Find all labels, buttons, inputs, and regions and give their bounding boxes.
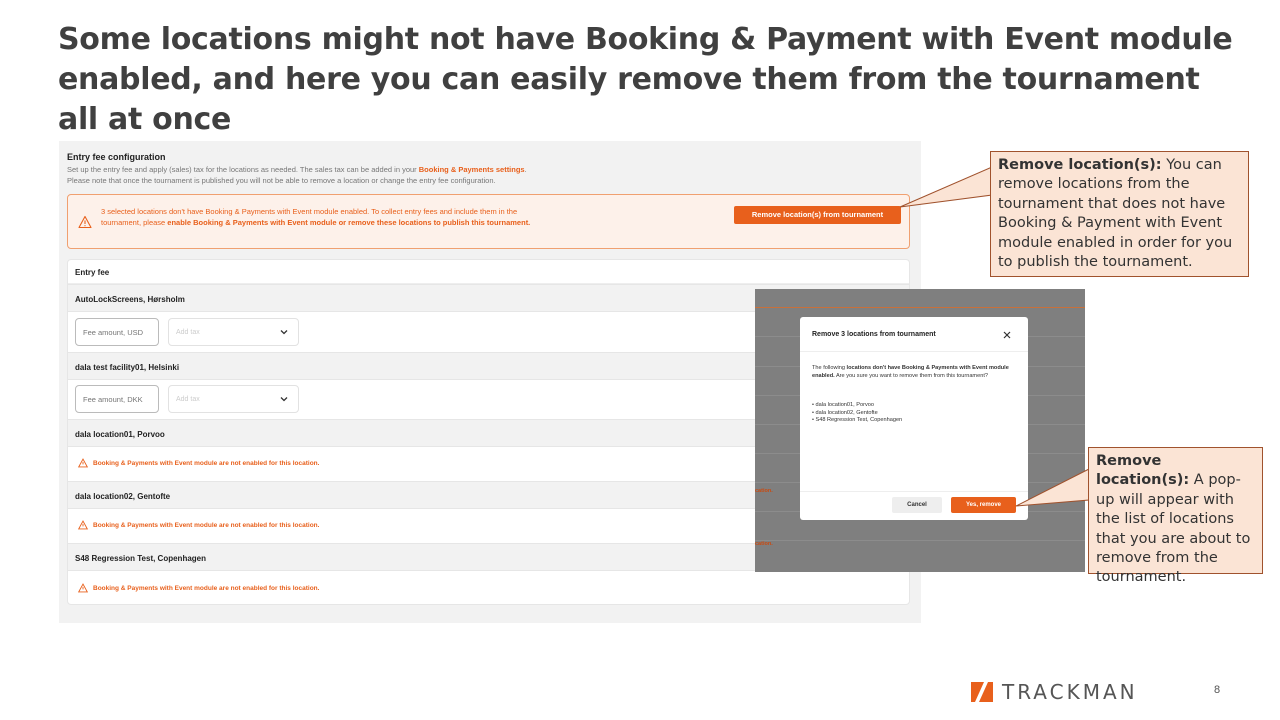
modal-divider (800, 351, 1028, 352)
warning-icon (78, 215, 92, 229)
location-warning: Booking & Payments with Event module are… (78, 520, 319, 530)
tax-select[interactable]: Add tax (168, 318, 299, 346)
location-warning-text: Booking & Payments with Event module are… (93, 584, 320, 592)
missing-module-warning-banner: 3 selected locations don't have Booking … (67, 194, 910, 249)
close-icon[interactable] (1001, 329, 1013, 341)
cancel-button[interactable]: Cancel (892, 497, 942, 513)
booking-payments-settings-link[interactable]: Booking & Payments settings (419, 165, 525, 174)
tax-select[interactable]: Add tax (168, 385, 299, 413)
warning-icon (78, 458, 88, 468)
tax-select-placeholder: Add tax (176, 329, 200, 336)
callout-text: A pop-up will appear with the list of lo… (1096, 472, 1251, 586)
modal-body-text: The following (812, 365, 847, 371)
callout-heading: Remove location(s): (1096, 453, 1190, 489)
location-warning-text: Booking & Payments with Event module are… (93, 459, 320, 467)
entry-fee-config-description: Set up the entry fee and apply (sales) t… (67, 164, 827, 186)
list-item: • dala location02, Gentofte (812, 409, 878, 416)
modal-footer-divider (800, 491, 1028, 492)
locations-to-remove-list: • dala location01, Porvoo • dala locatio… (812, 402, 902, 425)
modal-body-question: Are you sure you want to remove them fro… (834, 372, 988, 379)
warning-icon (78, 520, 88, 530)
remove-locations-modal: Remove 3 locations from tournament The f… (800, 317, 1028, 520)
warning-icon (78, 583, 88, 593)
fee-amount-input[interactable] (75, 385, 159, 413)
tax-select-placeholder: Add tax (176, 396, 200, 403)
callout-heading: Remove location(s): (998, 157, 1162, 173)
chevron-down-icon (280, 397, 288, 402)
modal-title: Remove 3 locations from tournament (812, 331, 936, 338)
page-number: 8 (1214, 684, 1221, 696)
entry-fee-header: Entry fee (68, 260, 909, 284)
location-warning: Booking & Payments with Event module are… (78, 458, 319, 468)
logo-text: TRACKMAN (1002, 680, 1138, 704)
callout-remove-button: Remove location(s): You can remove locat… (990, 151, 1249, 277)
list-item: • S48 Regression Test, Copenhagen (812, 417, 903, 423)
config-desc-note: Please note that once the tournament is … (67, 176, 496, 185)
callout-text: You can remove locations from the tourna… (998, 157, 1233, 271)
divider (755, 540, 1085, 541)
trackman-logo-mark-icon (971, 682, 993, 702)
entry-fee-config-title: Entry fee configuration (67, 152, 166, 162)
config-desc-text: Set up the entry fee and apply (sales) t… (67, 165, 419, 174)
location-warning-text: Booking & Payments with Event module are… (93, 521, 320, 529)
trackman-logo: TRACKMAN (971, 680, 1138, 704)
confirm-remove-button[interactable]: Yes, remove (951, 497, 1016, 513)
modal-body: The following locations don't have Booki… (812, 365, 1017, 380)
callout-popup: Remove location(s): A pop-up will appear… (1088, 447, 1263, 585)
divider (755, 307, 1085, 308)
config-desc-end: . (524, 165, 527, 174)
chevron-down-icon (280, 330, 288, 335)
warning-message: 3 selected locations don't have Booking … (101, 206, 541, 228)
warning-text-bold: enable Booking & Payments with Event mod… (167, 218, 531, 227)
list-item: • dala location01, Porvoo (812, 402, 874, 408)
slide-title: Some locations might not have Booking & … (58, 22, 1233, 137)
modal-screenshot-overlay: cation. cation. Remove 3 locations from … (755, 289, 1085, 572)
clipped-warning-text: cation. (755, 541, 773, 547)
fee-amount-input[interactable] (75, 318, 159, 346)
clipped-warning-text: cation. (755, 488, 773, 494)
remove-locations-button[interactable]: Remove location(s) from tournament (734, 206, 901, 224)
location-warning: Booking & Payments with Event module are… (78, 583, 319, 593)
